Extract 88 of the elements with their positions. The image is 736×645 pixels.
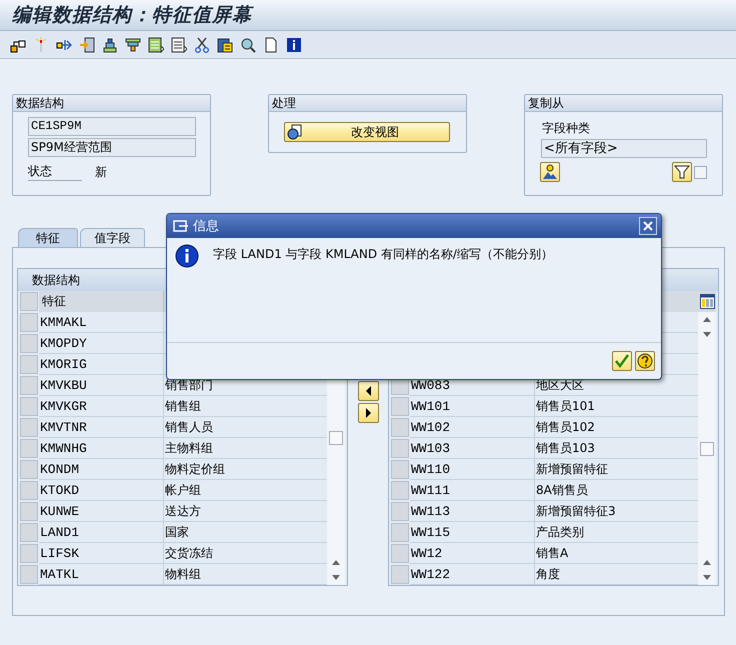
- scroll-down-button[interactable]: [702, 574, 712, 581]
- move-right-button[interactable]: [358, 403, 378, 423]
- group-title: 数据结构: [13, 95, 210, 112]
- dialog-title: 信息: [193, 218, 220, 235]
- table-cell: KONDM: [39, 459, 164, 480]
- move-left-button[interactable]: [358, 381, 378, 401]
- tab[interactable]: 值字段: [80, 228, 145, 247]
- scroll-up-button[interactable]: [702, 559, 712, 566]
- scroll-thumb[interactable]: [329, 431, 343, 445]
- table-cell: LAND1: [39, 522, 164, 543]
- toolbar-button[interactable]: [102, 36, 118, 52]
- info-icon: [175, 244, 199, 268]
- wand-icon: [33, 36, 49, 52]
- table-cell: LIFSK: [39, 543, 164, 564]
- mountain-icon: [542, 164, 558, 180]
- group-title: 处理: [269, 95, 466, 112]
- table-cell: WW12: [410, 543, 535, 564]
- change-view-button[interactable]: 改变视图: [284, 122, 450, 142]
- list-icon: [148, 36, 164, 52]
- table-cell: KMOPDY: [39, 333, 164, 354]
- table-cell: KMVKGR: [39, 396, 164, 417]
- checkbox[interactable]: [694, 166, 707, 178]
- tab[interactable]: 特征: [18, 228, 78, 247]
- confirm-button[interactable]: [612, 351, 632, 371]
- help-button[interactable]: [635, 351, 655, 371]
- stack-icon: [102, 36, 118, 52]
- table-cell: WW122: [410, 564, 535, 585]
- info-icon: [286, 36, 302, 52]
- filter-icon: [674, 164, 690, 180]
- scroll-down-button[interactable]: [702, 331, 712, 338]
- toolbar-button[interactable]: [240, 36, 256, 52]
- page-icon: [263, 36, 279, 52]
- table-cell: KMVKBU: [39, 375, 164, 396]
- import-icon: [79, 36, 95, 52]
- input-field[interactable]: SP9M经营范围: [28, 138, 196, 157]
- table-cell: WW113: [410, 501, 535, 522]
- status-value: 新: [95, 164, 107, 180]
- toolbar-button[interactable]: [79, 36, 95, 52]
- scissors-icon: [194, 36, 210, 52]
- input-field[interactable]: <所有字段>: [541, 139, 707, 158]
- table-cell: KMORIG: [39, 354, 164, 375]
- scroll-thumb[interactable]: [700, 442, 714, 456]
- picture-button[interactable]: [540, 162, 560, 182]
- clipboard-icon: [217, 36, 233, 52]
- status-label: 状态: [28, 163, 82, 181]
- toolbar-button[interactable]: [148, 36, 164, 52]
- scroll-up-button[interactable]: [331, 559, 341, 566]
- table-cell: WW103: [410, 438, 535, 459]
- table-cell: MATKL: [39, 564, 164, 585]
- message-text: 字段 LAND1 与字段 KMLAND 有同样的名称/缩写（不能分别）: [213, 246, 553, 263]
- toolbar-button[interactable]: [286, 36, 302, 52]
- table-title: 数据结构: [32, 272, 80, 288]
- close-button[interactable]: [639, 217, 657, 235]
- dialog-icon: [173, 218, 189, 234]
- input-field[interactable]: CE1SP9M: [28, 117, 196, 136]
- right-arrow-icon: [364, 408, 372, 418]
- table-cell: WW102: [410, 417, 535, 438]
- table-cell: KMWNHG: [39, 438, 164, 459]
- table-cell: WW101: [410, 396, 535, 417]
- field-label: 字段种类: [541, 120, 591, 137]
- table-cell: KUNWE: [39, 501, 164, 522]
- columns-icon: [700, 294, 714, 309]
- column-header[interactable]: 特征: [39, 291, 164, 312]
- scroll-up-button[interactable]: [702, 316, 712, 323]
- document-list-icon: [171, 36, 187, 52]
- table-cell: WW115: [410, 522, 535, 543]
- close-icon: [642, 220, 654, 232]
- toolbar-button[interactable]: [217, 36, 233, 52]
- toolbar-button[interactable]: [194, 36, 210, 52]
- toolbar-button[interactable]: [171, 36, 187, 52]
- scroll-down-button[interactable]: [331, 574, 341, 581]
- checkmark-icon: [614, 353, 630, 369]
- filter-button[interactable]: [672, 162, 692, 182]
- toolbar-button[interactable]: [125, 36, 141, 52]
- documents-icon: [287, 124, 303, 140]
- search-icon: [240, 36, 256, 52]
- toolbar-button[interactable]: [263, 36, 279, 52]
- table-cell: KTOKD: [39, 480, 164, 501]
- table-cell: WW110: [410, 459, 535, 480]
- window-title: 编辑数据结构：特征值屏幕: [12, 3, 252, 28]
- table-cell: WW111: [410, 480, 535, 501]
- help-icon: [637, 353, 653, 369]
- column-settings-button[interactable]: [698, 291, 716, 312]
- left-arrow-icon: [364, 386, 372, 396]
- table-cell: KMMAKL: [39, 312, 164, 333]
- table-cell: KMVTNR: [39, 417, 164, 438]
- filter-icon: [125, 36, 141, 52]
- group-title: 复制从: [525, 95, 722, 112]
